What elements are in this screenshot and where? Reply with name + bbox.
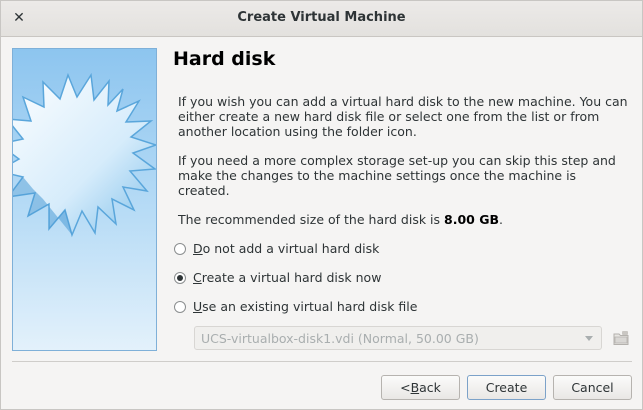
choose-disk-folder-button[interactable]: [610, 327, 632, 349]
option-existing-disk[interactable]: Use an existing virtual hard disk file: [174, 299, 417, 314]
intro-text: If you wish you can add a virtual hard d…: [178, 94, 628, 139]
folder-icon: [613, 331, 629, 345]
recommended-size-text: The recommended size of the hard disk is…: [178, 212, 628, 227]
chevron-down-icon: [585, 336, 593, 341]
existing-disk-select-value: UCS-virtualbox-disk1.vdi (Normal, 50.00 …: [201, 331, 479, 346]
radio-existing-disk[interactable]: [174, 300, 186, 313]
recommended-prefix: The recommended size of the hard disk is: [178, 212, 445, 227]
advanced-text: If you need a more complex storage set-u…: [178, 153, 616, 198]
cancel-button[interactable]: Cancel: [553, 375, 632, 400]
option-create-disk-label: Create a virtual hard disk now: [193, 270, 382, 285]
existing-disk-select[interactable]: UCS-virtualbox-disk1.vdi (Normal, 50.00 …: [194, 326, 602, 350]
create-button[interactable]: Create: [467, 375, 546, 400]
recommended-suffix: .: [499, 212, 503, 227]
dialog-window: ✕ Create Virtual Machine Hard disk If yo…: [0, 0, 643, 410]
option-existing-disk-label: Use an existing virtual hard disk file: [193, 299, 418, 314]
recommended-size-value: 8.00 GB: [444, 212, 499, 227]
button-separator: [12, 361, 632, 362]
option-no-disk-label: Do not add a virtual hard disk: [193, 241, 380, 256]
radio-create-disk[interactable]: [174, 271, 186, 284]
option-no-disk[interactable]: Do not add a virtual hard disk: [174, 241, 379, 256]
wizard-illustration: [12, 48, 157, 351]
option-create-disk[interactable]: Create a virtual hard disk now: [174, 270, 381, 285]
back-button[interactable]: < Back: [381, 375, 460, 400]
title-bar: ✕ Create Virtual Machine: [1, 1, 642, 37]
starburst-image: [13, 72, 156, 238]
page-title: Hard disk: [173, 48, 276, 70]
radio-no-disk[interactable]: [174, 242, 186, 255]
window-title: Create Virtual Machine: [237, 10, 406, 25]
